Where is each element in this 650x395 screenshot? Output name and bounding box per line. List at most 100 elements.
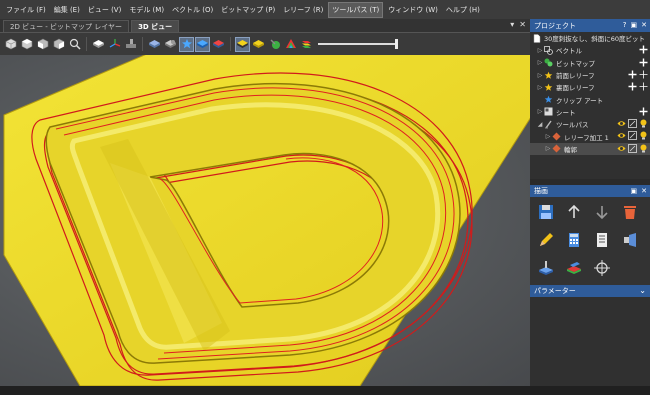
tree-item-back-relief[interactable]: ▷ 裏面レリーフ [530, 81, 650, 93]
tree-item-label: ビットマップ [556, 59, 595, 68]
menu-vector[interactable]: ベクトル (O) [169, 3, 216, 17]
dock-icon[interactable]: ▣ [631, 21, 638, 29]
color-palette-icon[interactable] [283, 37, 298, 52]
menu-toolpath[interactable]: ツールパス (T) [328, 1, 384, 18]
expand-arrow-icon[interactable]: ▷ [536, 59, 544, 66]
clipart-icon [544, 95, 553, 104]
back-relief-actions [628, 82, 648, 91]
transform-icon[interactable] [590, 257, 614, 279]
add-relief-icon[interactable] [628, 82, 637, 91]
collapse-arrow-icon[interactable]: ◢ [536, 121, 544, 128]
expand-arrow-icon[interactable]: ▷ [544, 133, 552, 140]
menu-view[interactable]: ビュー (V) [85, 3, 124, 17]
visibility-eye-icon[interactable] [617, 144, 626, 153]
expand-arrow-icon[interactable]: ▷ [536, 108, 544, 115]
app-window: ファイル (F) 編集 (E) ビュー (V) モデル (M) ベクトル (O)… [0, 0, 650, 395]
tab-list-icon[interactable]: ▾ [510, 20, 514, 29]
menu-window[interactable]: ウィンドウ (W) [385, 3, 441, 17]
machine-icon[interactable] [534, 257, 558, 279]
back-relief-icon[interactable] [211, 37, 226, 52]
expand-arrow-icon[interactable]: ▷ [544, 145, 552, 152]
star-relief-icon[interactable] [179, 36, 194, 52]
tree-item-project[interactable]: 30度刺抜なし、斜面に60度ビット [530, 32, 650, 44]
tree-item-label: レリーフ加工 1 [564, 133, 609, 142]
expand-arrow-icon[interactable]: ▷ [536, 47, 544, 54]
slider-thumb[interactable] [395, 39, 398, 49]
edit-toolpath-icon[interactable] [628, 131, 637, 141]
zoom-fit-icon[interactable] [67, 37, 82, 52]
axes-icon[interactable] [107, 37, 122, 52]
front-view-icon[interactable] [35, 37, 50, 52]
side-view-icon[interactable] [51, 37, 66, 52]
calculator-icon[interactable] [562, 229, 586, 251]
add-sheet-icon[interactable] [639, 107, 648, 116]
arrow-down-icon[interactable] [590, 201, 614, 223]
move-relief-icon[interactable] [639, 70, 648, 79]
layer-stack-icon[interactable] [299, 37, 314, 52]
transparency-slider[interactable] [318, 37, 400, 51]
expand-arrow-icon[interactable]: ▷ [536, 84, 544, 91]
tree-item-toolpaths[interactable]: ◢ ツールパス [530, 118, 650, 130]
3d-viewport[interactable] [0, 55, 530, 386]
simulate-icon[interactable] [618, 229, 642, 251]
block-icon[interactable] [562, 257, 586, 279]
help-icon[interactable]: ? [623, 21, 627, 29]
menu-bitmap[interactable]: ビットマップ (P) [218, 3, 278, 17]
menu-bar: ファイル (F) 編集 (E) ビュー (V) モデル (M) ベクトル (O)… [0, 0, 650, 19]
tree-item-front-relief[interactable]: ▷ 前面レリーフ [530, 69, 650, 81]
iso-view-icon[interactable] [3, 37, 18, 52]
chevron-down-icon[interactable]: ⌄ [639, 286, 646, 295]
close-icon[interactable]: ✕ [519, 20, 526, 29]
expand-arrow-icon[interactable]: ▷ [536, 72, 544, 79]
menu-help[interactable]: ヘルプ (H) [443, 3, 483, 17]
simulation-icon[interactable] [251, 37, 266, 52]
tree-item-sheets[interactable]: ▷ シート [530, 106, 650, 118]
composite-relief-icon[interactable] [235, 36, 250, 52]
pencil-icon[interactable] [534, 229, 558, 251]
bulb-icon[interactable] [639, 119, 648, 128]
toolpath-preview-icon[interactable] [267, 37, 282, 52]
tree-item-relief-machining[interactable]: ▷ レリーフ加工 1 [530, 130, 650, 142]
tab-3d-view[interactable]: 3D ビュー [131, 20, 180, 32]
draw-panel: 描画 ▣ ✕ [530, 185, 650, 285]
add-relief-icon[interactable] [628, 70, 637, 79]
draw-panel-title: 描画 [534, 187, 548, 195]
move-relief-icon[interactable] [639, 82, 648, 91]
toolpath-item-icon [552, 144, 561, 153]
bulb-icon[interactable] [639, 144, 648, 153]
doc-icon [532, 33, 541, 43]
menu-relief[interactable]: レリーフ (R) [280, 3, 326, 17]
menu-model[interactable]: モデル (M) [126, 3, 167, 17]
save-icon[interactable] [534, 201, 558, 223]
menu-file[interactable]: ファイル (F) [3, 3, 49, 17]
parameters-panel-body [530, 297, 650, 386]
tab-2d-view[interactable]: 2D ビュー - ビットマップ レイヤー [3, 20, 130, 32]
parameters-panel-header[interactable]: パラメーター ⌄ [530, 285, 650, 297]
tree-item-bitmaps[interactable]: ▷ ビットマップ [530, 57, 650, 69]
edit-toolpath-icon[interactable] [628, 119, 637, 128]
tree-item-profile[interactable]: ▷ 輪郭 [530, 142, 650, 155]
relief-layer-icon[interactable] [147, 37, 162, 52]
close-icon[interactable]: ✕ [641, 187, 647, 195]
trash-icon[interactable] [618, 201, 642, 223]
shade-view-icon[interactable] [91, 37, 106, 52]
visibility-eye-icon[interactable] [617, 119, 626, 128]
material-icon[interactable] [163, 37, 178, 52]
tree-item-vectors[interactable]: ▷ ベクトル [530, 44, 650, 56]
tree-item-clipart[interactable]: クリップ アート [530, 93, 650, 105]
add-bitmap-icon[interactable] [639, 58, 648, 67]
machine-table-icon[interactable] [123, 37, 138, 52]
menu-edit[interactable]: 編集 (E) [51, 3, 83, 17]
dock-icon[interactable]: ▣ [631, 187, 638, 195]
edit-toolpath-icon[interactable] [628, 143, 637, 153]
front-relief-icon[interactable] [195, 36, 210, 52]
toolpath-icon [544, 120, 553, 129]
visibility-eye-icon[interactable] [617, 131, 626, 140]
bulb-icon[interactable] [639, 131, 648, 140]
close-icon[interactable]: ✕ [641, 21, 647, 29]
add-vector-icon[interactable] [639, 45, 648, 54]
project-panel: プロジェクト ? ▣ ✕ 30度刺抜なし、斜面に60度ビット ▷ ベクトル ▷ … [530, 19, 650, 179]
arrow-up-icon[interactable] [562, 201, 586, 223]
notes-icon[interactable] [590, 229, 614, 251]
top-view-icon[interactable] [19, 37, 34, 52]
